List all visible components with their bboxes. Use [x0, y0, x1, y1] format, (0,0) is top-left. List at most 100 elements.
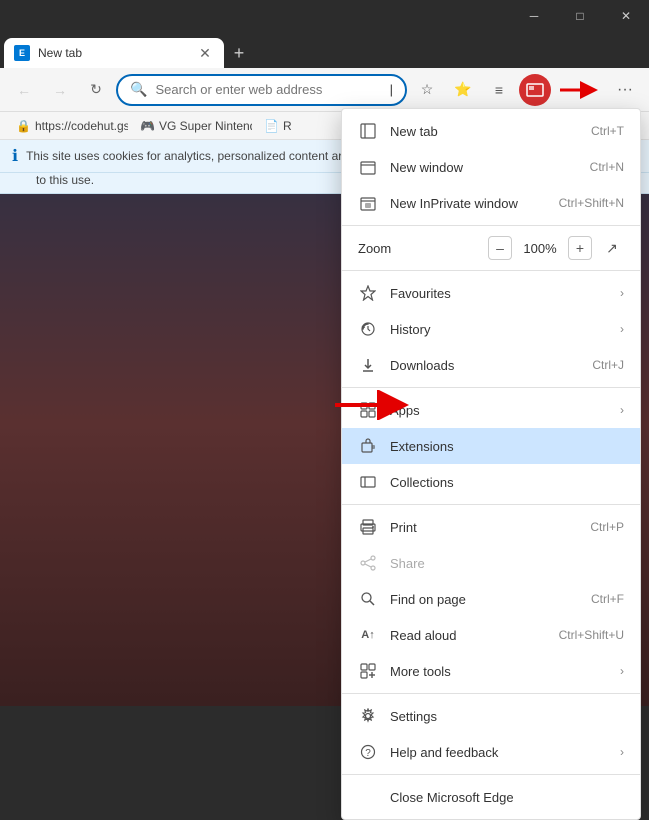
new-tab-button[interactable]: + — [224, 38, 254, 68]
grid-dots: ⠿ — [30, 228, 45, 253]
menu-close-edge[interactable]: Close Microsoft Edge — [342, 779, 640, 815]
menu-new-window[interactable]: New window Ctrl+N — [342, 149, 640, 185]
dropdown-menu: New tab Ctrl+T New window Ctrl+N New InP… — [341, 108, 641, 820]
bookmark-item-2[interactable]: 🎮 VG Super Nintendo Ga... — [132, 117, 252, 135]
help-arrow: › — [620, 745, 624, 759]
share-icon — [358, 553, 378, 573]
collections-label: Collections — [390, 475, 624, 490]
menu-favourites[interactable]: Favourites › — [342, 275, 640, 311]
new-window-shortcut: Ctrl+N — [590, 160, 624, 174]
divider-5 — [342, 693, 640, 694]
toolbar: ← → ↻ 🔍 | ☆ ⭐ ≡ — [0, 68, 649, 112]
menu-apps[interactable]: Apps › — [342, 392, 640, 428]
reading-list-icon[interactable]: ≡ — [483, 74, 515, 106]
address-input[interactable] — [155, 82, 381, 97]
extensions-label: Extensions — [390, 439, 624, 454]
apps-arrow: › — [620, 403, 624, 417]
new-tab-label: New tab — [390, 124, 579, 139]
svg-text:O: O — [269, 617, 280, 633]
office-icon[interactable]: O — [244, 592, 308, 656]
refresh-button[interactable]: ↻ — [80, 74, 112, 106]
maximize-button[interactable]: □ — [557, 0, 603, 32]
active-tab[interactable]: E New tab ✕ — [4, 38, 224, 68]
apps-icon — [358, 400, 378, 420]
screenshot-icon[interactable] — [519, 74, 551, 106]
new-tab-shortcut: Ctrl+T — [591, 124, 624, 138]
thought-card: 🔍 Thou... landm... — [180, 323, 350, 413]
close-edge-icon — [358, 787, 378, 807]
forward-button[interactable]: → — [44, 74, 76, 106]
favorites-bar-icon[interactable]: ⭐ — [447, 74, 479, 106]
downloads-shortcut: Ctrl+J — [592, 358, 624, 372]
search-magnifier-icon: 🔍 — [149, 278, 166, 295]
address-bar[interactable]: 🔍 | — [116, 74, 407, 106]
bookmark-label-2: VG Super Nintendo Ga... — [159, 119, 252, 133]
share-label: Share — [390, 556, 624, 571]
print-shortcut: Ctrl+P — [590, 520, 624, 534]
downloads-icon — [358, 355, 378, 375]
title-bar: ─ □ ✕ — [0, 0, 649, 32]
more-tools-label: More tools — [390, 664, 608, 679]
tab-title: New tab — [38, 46, 188, 60]
apps-row: Google O Office — [160, 592, 308, 676]
extensions-icon — [358, 436, 378, 456]
menu-new-inprivate[interactable]: New InPrivate window Ctrl+Shift+N — [342, 185, 640, 221]
menu-more-tools[interactable]: More tools › — [342, 653, 640, 689]
info-text: This site uses cookies for analytics, pe… — [26, 149, 342, 163]
bookmark-item-1[interactable]: 🔒 https://codehut.gsh... — [8, 117, 128, 135]
favourites-label: Favourites — [390, 286, 608, 301]
history-label: History — [390, 322, 608, 337]
new-window-label: New window — [390, 160, 578, 175]
bookmark-label-3: R — [283, 119, 292, 133]
tab-bar: E New tab ✕ + — [0, 32, 649, 68]
zoom-value: 100% — [520, 241, 560, 256]
menu-print[interactable]: Print Ctrl+P — [342, 509, 640, 545]
close-button[interactable]: ✕ — [603, 0, 649, 32]
menu-collections[interactable]: Collections — [342, 464, 640, 500]
zoom-expand-button[interactable]: ↗ — [600, 236, 624, 260]
favourites-icon — [358, 283, 378, 303]
window-controls: ─ □ ✕ — [511, 0, 649, 32]
bookmark-favicon-1: 🔒 — [16, 119, 31, 133]
thought-search-circle: 🔍 — [247, 331, 283, 367]
menu-find-on-page[interactable]: Find on page Ctrl+F — [342, 581, 640, 617]
tab-favicon: E — [14, 45, 30, 61]
menu-settings[interactable]: Settings — [342, 698, 640, 734]
search-input[interactable] — [174, 279, 361, 294]
read-aloud-label: Read aloud — [390, 628, 547, 643]
menu-extensions[interactable]: Extensions — [342, 428, 640, 464]
menu-read-aloud[interactable]: A↑ Read aloud Ctrl+Shift+U — [342, 617, 640, 653]
zoom-plus-button[interactable]: + — [568, 236, 592, 260]
search-icon: 🔍 — [130, 81, 147, 98]
back-button[interactable]: ← — [8, 74, 40, 106]
favourites-arrow: › — [620, 286, 624, 300]
minimize-button[interactable]: ─ — [511, 0, 557, 32]
downloads-label: Downloads — [390, 358, 580, 373]
office-label: Office — [260, 662, 291, 676]
google-app[interactable]: Google — [160, 592, 224, 676]
search-box[interactable]: 🔍 — [135, 268, 375, 304]
divider-1 — [342, 225, 640, 226]
find-on-page-shortcut: Ctrl+F — [591, 592, 624, 606]
menu-zoom-row: Zoom – 100% + ↗ — [342, 230, 640, 266]
tab-close-button[interactable]: ✕ — [196, 44, 214, 62]
toolbar-right: ☆ ⭐ ≡ ··· — [411, 74, 641, 106]
favorites-icon[interactable]: ☆ — [411, 74, 443, 106]
thought-text: Thou... — [246, 373, 283, 387]
menu-help[interactable]: ? Help and feedback › — [342, 734, 640, 770]
bookmark-item-3[interactable]: 📄 R — [256, 117, 300, 135]
divider-2 — [342, 270, 640, 271]
bookmark-favicon-3: 📄 — [264, 119, 279, 133]
menu-new-tab[interactable]: New tab Ctrl+T — [342, 113, 640, 149]
zoom-minus-button[interactable]: – — [488, 236, 512, 260]
menu-history[interactable]: History › — [342, 311, 640, 347]
menu-downloads[interactable]: Downloads Ctrl+J — [342, 347, 640, 383]
google-label: Google — [173, 662, 212, 676]
google-icon[interactable] — [160, 592, 224, 656]
collections-icon — [358, 472, 378, 492]
more-tools-icon — [358, 661, 378, 681]
office-app[interactable]: O Office — [244, 592, 308, 676]
info-suffix: to this use. — [36, 173, 94, 187]
search-section: 🔍 — [135, 268, 375, 304]
menu-button[interactable]: ··· — [609, 74, 641, 106]
